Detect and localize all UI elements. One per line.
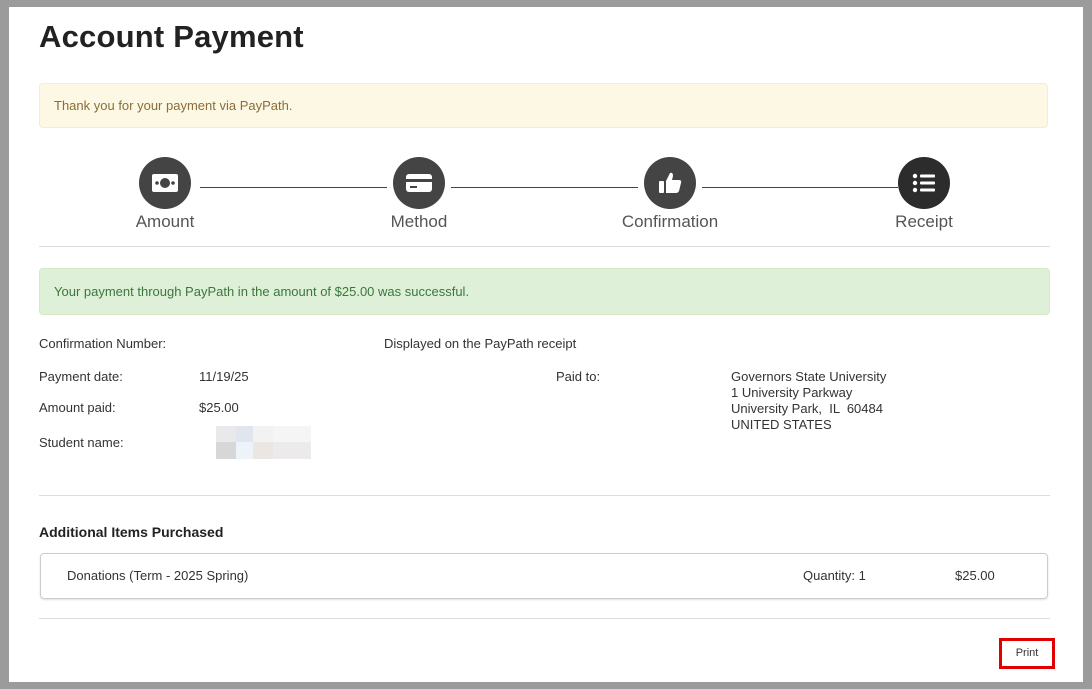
- payment-stepper: Amount Method Confirmation Receipt: [39, 157, 1050, 243]
- thank-you-message: Thank you for your payment via PayPath.: [54, 98, 293, 113]
- main-content: Account Payment Thank you for your payme…: [39, 7, 1055, 682]
- thank-you-notice: Thank you for your payment via PayPath.: [39, 83, 1048, 128]
- success-message: Your payment through PayPath in the amou…: [54, 284, 470, 299]
- page-title: Account Payment: [39, 19, 304, 54]
- divider: [39, 618, 1050, 619]
- divider: [39, 495, 1050, 496]
- step-confirmation: Confirmation: [580, 157, 760, 232]
- credit-card-icon: [393, 157, 445, 209]
- amount-paid-label: Amount paid:: [39, 400, 116, 415]
- item-quantity: Quantity: 1: [803, 568, 866, 583]
- success-alert: Your payment through PayPath in the amou…: [39, 268, 1050, 315]
- address-line: Governors State University: [731, 369, 887, 384]
- student-name-label: Student name:: [39, 435, 124, 450]
- page-frame: Account Payment Thank you for your payme…: [9, 7, 1083, 682]
- divider: [39, 246, 1050, 247]
- thumbs-up-icon: [644, 157, 696, 209]
- step-amount: Amount: [75, 157, 255, 232]
- additional-items-list: Donations (Term - 2025 Spring) Quantity:…: [40, 553, 1048, 599]
- step-receipt: Receipt: [834, 157, 1014, 232]
- payment-date-label: Payment date:: [39, 369, 123, 384]
- payment-date-value: 11/19/25: [199, 369, 249, 384]
- step-label: Method: [390, 212, 448, 231]
- list-icon: [898, 157, 950, 209]
- step-method: Method: [329, 157, 509, 232]
- address-line: University Park, IL 60484: [731, 401, 883, 416]
- confirmation-number-label: Confirmation Number:: [39, 336, 167, 351]
- step-label: Amount: [135, 212, 195, 231]
- step-label: Receipt: [895, 212, 953, 231]
- address-line: 1 University Parkway: [731, 385, 853, 400]
- item-amount: $25.00: [955, 568, 995, 583]
- step-label: Confirmation: [621, 212, 719, 231]
- item-description: Donations (Term - 2025 Spring): [67, 568, 249, 583]
- print-button[interactable]: Print: [999, 638, 1055, 669]
- address-line: UNITED STATES: [731, 417, 832, 432]
- amount-paid-value: $25.00: [199, 400, 239, 415]
- money-icon: [139, 157, 191, 209]
- paid-to-address: Governors State University 1 University …: [731, 369, 886, 433]
- redacted-student-name: [216, 426, 311, 459]
- additional-items-heading: Additional Items Purchased: [39, 524, 224, 540]
- paid-to-label: Paid to:: [556, 369, 601, 384]
- confirmation-number-value: Displayed on the PayPath receipt: [384, 336, 577, 351]
